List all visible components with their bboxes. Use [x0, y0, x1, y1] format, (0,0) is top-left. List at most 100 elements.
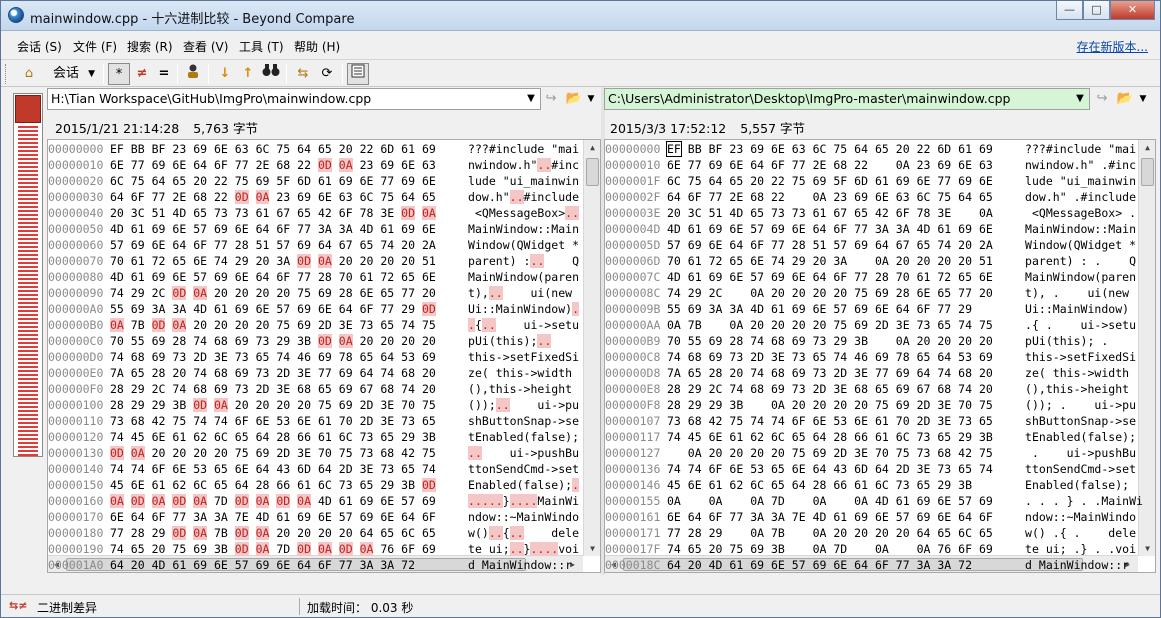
toolbar-divider	[208, 64, 209, 84]
chevron-down-icon[interactable]: ▼	[585, 89, 597, 109]
hex-ascii: .....}....MainWi	[468, 494, 579, 508]
chevron-down-icon[interactable]: ▼	[1072, 88, 1088, 110]
menu-view[interactable]: 查看 (V)	[183, 38, 228, 55]
hex-offset: 00000000	[605, 142, 661, 156]
hex-bytes: 4D 61 69 6E 57 69 6E 64 6F 77 28 70 61 7…	[667, 270, 993, 284]
hex-ascii: lude "ui_mainwin	[1025, 174, 1136, 188]
hex-offset: 00000130	[48, 446, 104, 460]
scroll-down-icon[interactable]: ▼	[1141, 542, 1154, 555]
folder-icon[interactable]: 📂	[563, 89, 585, 109]
diff-overview-map[interactable]	[13, 93, 43, 457]
hex-offset: 00000117	[605, 430, 661, 444]
chevron-down-icon[interactable]: ▼	[1137, 89, 1149, 109]
toolbar-grip[interactable]	[5, 64, 8, 84]
next-diff-button[interactable]: ↓	[214, 63, 236, 85]
prev-diff-button[interactable]: ↑	[237, 63, 259, 85]
refresh-icon[interactable]: ⟳	[316, 63, 338, 85]
hex-bytes: 77 28 29 0D 0A 7B 0D 0A 20 20 20 20 64 6…	[110, 526, 436, 540]
folder-icon[interactable]: 📂	[1114, 89, 1136, 109]
hex-bytes: 20 3C 51 4D 65 73 73 61 67 65 42 6F 78 3…	[667, 206, 993, 220]
show-same-button[interactable]: =	[153, 63, 175, 85]
hex-bytes: 64 6F 77 2E 68 22 0A 23 69 6E 63 6C 75 6…	[667, 190, 993, 204]
hex-ascii: parent) :.. Q	[468, 254, 579, 268]
minimize-button[interactable]: —	[1056, 1, 1083, 20]
hex-ascii: .. ui->pushBu	[468, 446, 579, 460]
left-hex-view[interactable]: ▲ ▼ ◀ ▶ 00000000 EF BB BF 23 69 6E 63 6C …	[47, 139, 601, 573]
hex-offset: 000000D0	[48, 350, 104, 364]
session-label: 会话	[53, 66, 80, 81]
hex-bytes: 64 6F 77 2E 68 22 0D 0A 23 69 6E 63 6C 7…	[110, 190, 436, 204]
hex-offset: 00000010	[48, 158, 104, 172]
hex-bytes: 0A 0A 0A 7D 0A 0A 4D 61 69 6E 57 69	[667, 494, 993, 508]
hex-ascii: ttonSendCmd->set	[1025, 462, 1136, 476]
hex-offset: 00000020	[48, 174, 104, 188]
app-window: mainwindow.cpp - 十六进制比较 - Beyond Compare…	[0, 0, 1161, 618]
hex-ascii: <QMessageBox>..	[474, 206, 579, 220]
hex-bytes: 6C 75 64 65 20 22 75 69 5F 6D 61 69 6E 7…	[667, 174, 993, 188]
panel-icon-svg	[351, 64, 365, 78]
menu-search[interactable]: 搜索 (R)	[127, 38, 173, 55]
hex-offset: 0000004D	[605, 222, 661, 236]
toolbar-divider	[286, 64, 287, 84]
overview-viewport[interactable]	[15, 95, 41, 123]
hex-ascii: te ui;..}....voi	[468, 542, 579, 556]
hex-bytes: 57 69 6E 64 6F 77 28 51 57 69 64 67 65 7…	[667, 238, 993, 252]
binoculars-icon[interactable]	[260, 63, 282, 85]
hex-bytes: 74 74 6F 6E 53 65 6E 64 43 6D 64 2D 3E 7…	[110, 462, 436, 476]
hex-bytes: 7A 65 28 20 74 68 69 73 2D 3E 77 69 64 7…	[667, 366, 993, 380]
new-version-link[interactable]: 存在新版本...	[1077, 38, 1148, 55]
hex-bytes: 6E 77 69 6E 64 6F 77 2E 68 22 0A 23 69 6…	[667, 158, 993, 172]
swap-arrow-icon[interactable]: ↪	[1092, 89, 1112, 109]
menu-file[interactable]: 文件 (F)	[73, 38, 117, 55]
hex-bytes: 0A 7B 0A 20 20 20 20 75 69 2D 3E 73 65 7…	[667, 318, 993, 332]
app-icon	[8, 7, 24, 23]
person-icon[interactable]	[182, 63, 204, 85]
hex-bytes: 55 69 3A 3A 4D 61 69 6E 57 69 6E 64 6F 7…	[110, 302, 436, 316]
right-file-date: 2015/3/3 17:52:12	[610, 121, 727, 136]
chevron-down-icon[interactable]: ▼	[523, 88, 539, 110]
scroll-down-icon[interactable]: ▼	[586, 542, 599, 555]
hex-offset: 000000C0	[48, 334, 104, 348]
scroll-thumb[interactable]	[586, 158, 599, 186]
status-bar: ⇆≠ 二进制差异 加载时间： 0.03 秒	[1, 594, 1160, 617]
left-file-info: 2015/1/21 21:14:28 5,763 字节	[55, 118, 268, 137]
hex-ascii: Enabled(false);	[1025, 478, 1130, 492]
show-diffs-button[interactable]: ≠	[131, 63, 153, 85]
left-vertical-scrollbar[interactable]: ▲ ▼	[583, 140, 600, 556]
scroll-up-icon[interactable]: ▲	[1141, 141, 1154, 154]
menu-tools[interactable]: 工具 (T)	[239, 38, 284, 55]
hex-ascii: <QMessageBox> .	[1031, 206, 1136, 220]
swap-arrow-icon[interactable]: ↪	[541, 89, 561, 109]
menu-help[interactable]: 帮助 (H)	[294, 38, 340, 55]
close-button[interactable]: ✕	[1110, 1, 1155, 20]
right-hex-view[interactable]: ▲ ▼ ◀ ▶ 00000000 EF BB BF 23 69 6E 63 6C …	[604, 139, 1156, 573]
maximize-button[interactable]: □	[1083, 1, 1110, 20]
hex-offset: 00000090	[48, 286, 104, 300]
hex-bytes: 4D 61 69 6E 57 69 6E 64 6F 77 3A 3A 4D 6…	[110, 222, 436, 236]
hex-offset: 00000136	[605, 462, 661, 476]
hex-ascii: MainWindow(paren	[468, 270, 579, 284]
hex-ascii: Ui::MainWindow).	[468, 302, 579, 316]
hex-ascii: Window(QWidget *	[1025, 238, 1136, 252]
hex-ascii: ???#include "mai	[468, 142, 579, 156]
hex-offset: 00000171	[605, 526, 661, 540]
hex-bytes: 0A 0D 0A 0D 0A 7D 0D 0A 0D 0A 4D 61 69 6…	[110, 494, 436, 508]
right-path-input[interactable]: C:\Users\Administrator\Desktop\ImgPro-ma…	[604, 88, 1090, 110]
left-file-date: 2015/1/21 21:14:28	[55, 121, 180, 136]
hex-ascii: .{ . ui->setu	[1025, 318, 1136, 332]
scroll-up-icon[interactable]: ▲	[586, 141, 599, 154]
swap-icon[interactable]: ⇆	[292, 63, 314, 85]
left-path-input[interactable]: H:\Tian Workspace\GitHub\ImgPro\mainwind…	[47, 88, 541, 110]
hex-ascii: Ui::MainWindow)	[1025, 302, 1130, 316]
hex-ascii: w() .{ . dele	[1025, 526, 1136, 540]
hex-offset: 00000080	[48, 270, 104, 284]
scroll-thumb[interactable]	[1141, 158, 1154, 186]
hex-bytes: 55 69 3A 3A 4D 61 69 6E 57 69 6E 64 6F 7…	[667, 302, 973, 316]
session-dropdown[interactable]: 会话 ▼	[45, 63, 99, 85]
menu-session[interactable]: 会话 (S)	[17, 38, 62, 55]
hex-offset: 00000140	[48, 462, 104, 476]
hex-offset: 00000120	[48, 430, 104, 444]
home-icon[interactable]: ⌂	[18, 63, 40, 85]
show-all-button[interactable]: *	[108, 63, 130, 85]
panel-icon[interactable]	[347, 63, 369, 85]
